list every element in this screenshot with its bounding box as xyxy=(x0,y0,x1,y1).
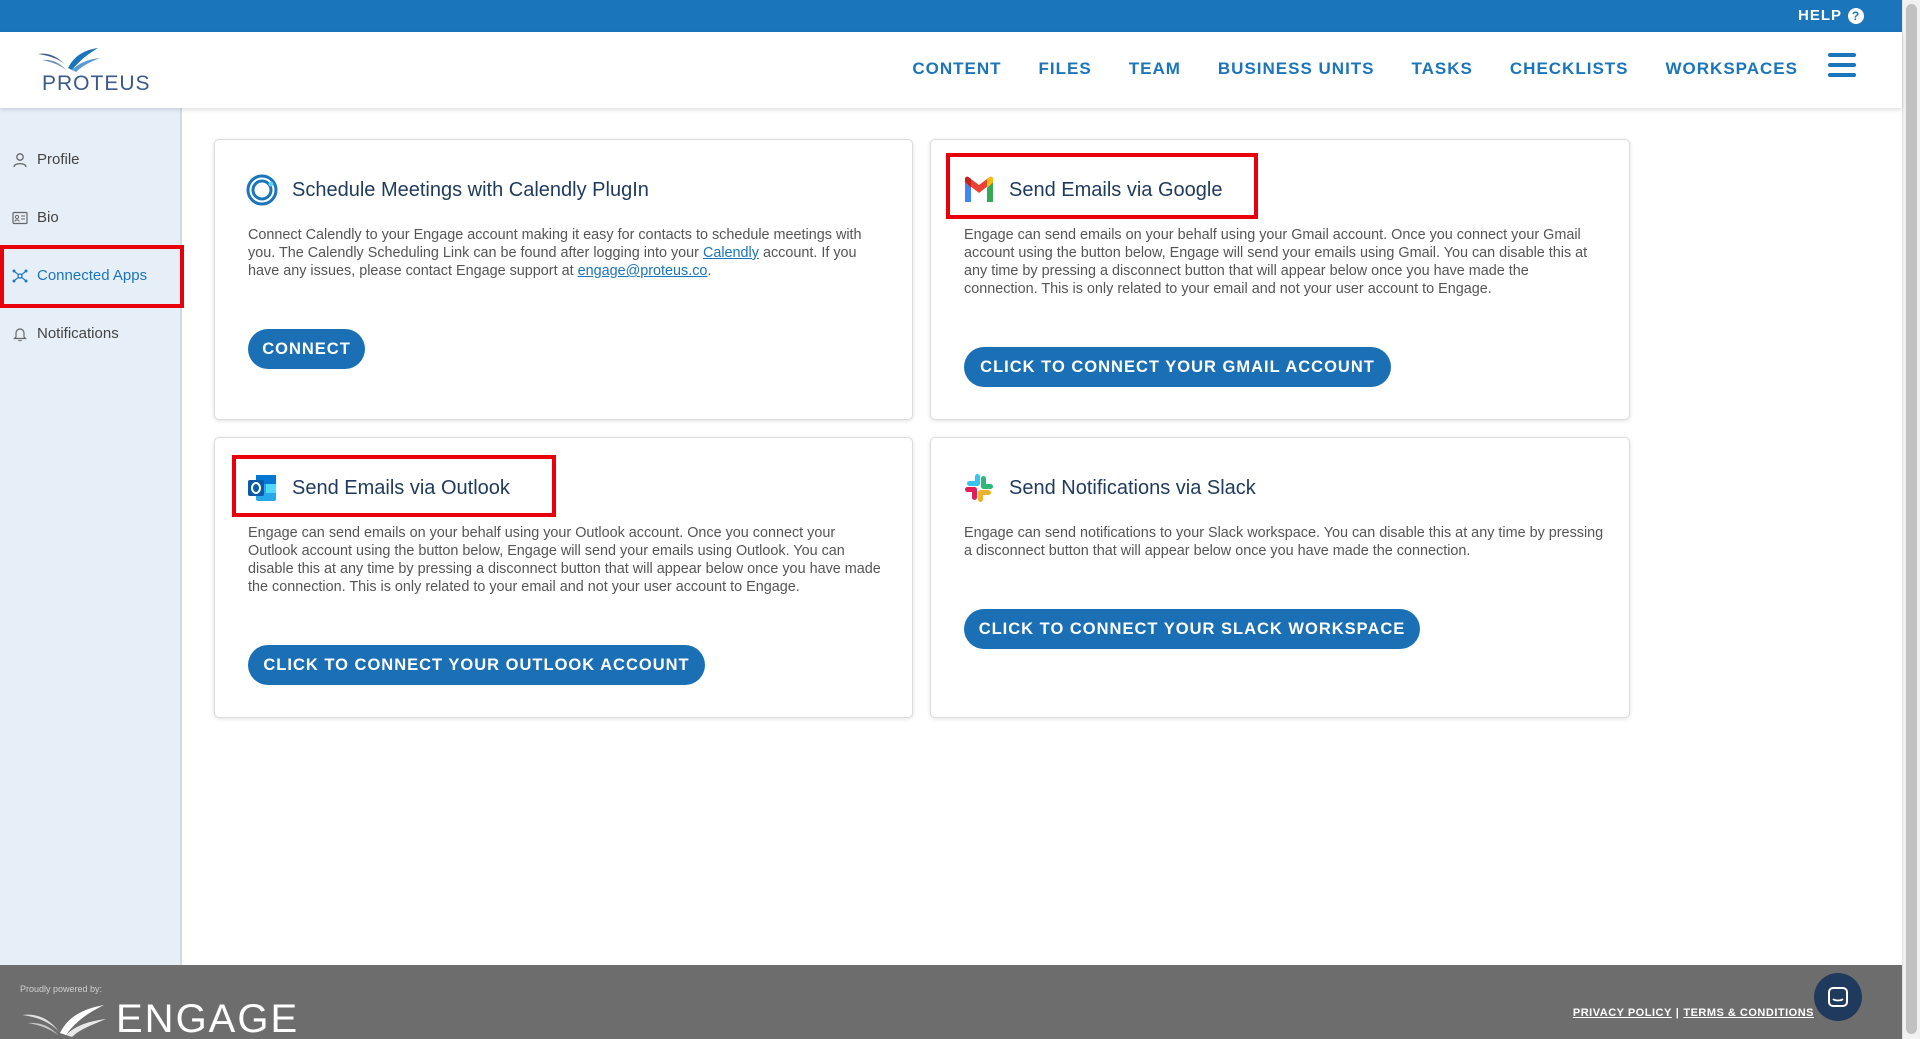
engage-logo: ENGAGE xyxy=(20,997,299,1039)
powered-by-text: Proudly powered by: xyxy=(20,984,103,994)
calendly-description: Connect Calendly to your Engage account … xyxy=(248,226,888,280)
sidebar: Profile Bio Connected Apps Notifications xyxy=(0,108,182,965)
slack-card-title: Send Notifications via Slack xyxy=(963,472,1256,504)
hamburger-menu-icon[interactable] xyxy=(1828,53,1856,77)
terms-link[interactable]: TERMS & CONDITIONS xyxy=(1683,1007,1814,1019)
help-label: HELP xyxy=(1797,7,1842,24)
connect-slack-button[interactable]: CLICK TO CONNECT YOUR SLACK WORKSPACE xyxy=(964,609,1420,649)
nav-business-units[interactable]: BUSINESS UNITS xyxy=(1218,59,1375,79)
proteus-logo[interactable]: PROTEUS xyxy=(36,46,150,96)
chat-icon xyxy=(1828,987,1848,1007)
calendly-connect-button[interactable]: CONNECT xyxy=(248,329,365,369)
sidebar-item-label: Notifications xyxy=(37,325,119,342)
outlook-description: Engage can send emails on your behalf us… xyxy=(248,525,881,595)
calendly-card: Schedule Meetings with Calendly PlugIn C… xyxy=(214,139,913,420)
nav-tasks[interactable]: TASKS xyxy=(1412,59,1473,79)
outlook-title-highlight xyxy=(232,455,556,517)
connect-outlook-button[interactable]: CLICK TO CONNECT YOUR OUTLOOK ACCOUNT xyxy=(248,645,705,685)
connected-apps-highlight xyxy=(0,245,184,308)
slack-description: Engage can send notifications to your Sl… xyxy=(964,525,1604,559)
calendly-title-text: Schedule Meetings with Calendly PlugIn xyxy=(292,178,649,201)
nav-team[interactable]: TEAM xyxy=(1129,59,1181,79)
footer-links: PRIVACY POLICY | TERMS & CONDITIONS xyxy=(1573,1007,1814,1019)
scrollbar-thumb[interactable] xyxy=(1906,4,1917,1034)
sidebar-item-label: Profile xyxy=(37,151,80,168)
slack-icon xyxy=(963,472,995,504)
engage-bird-icon xyxy=(22,1004,106,1037)
connect-gmail-button[interactable]: CLICK TO CONNECT YOUR GMAIL ACCOUNT xyxy=(964,347,1391,387)
sidebar-item-profile[interactable]: Profile xyxy=(12,151,80,168)
top-bar: HELP ? xyxy=(0,0,1902,32)
sidebar-item-notifications[interactable]: Notifications xyxy=(12,325,119,342)
sidebar-item-label: Bio xyxy=(37,209,59,226)
help-icon: ? xyxy=(1848,7,1864,24)
slack-title-text: Send Notifications via Slack xyxy=(1009,476,1256,499)
main-nav: CONTENT FILES TEAM BUSINESS UNITS TASKS … xyxy=(912,59,1798,79)
privacy-policy-link[interactable]: PRIVACY POLICY xyxy=(1573,1007,1672,1019)
slack-card: Send Notifications via Slack Engage can … xyxy=(930,437,1630,718)
user-icon xyxy=(13,152,27,167)
bell-icon xyxy=(13,327,27,341)
sidebar-item-bio[interactable]: Bio xyxy=(12,209,59,226)
calendly-icon xyxy=(246,174,278,206)
nav-files[interactable]: FILES xyxy=(1039,59,1092,79)
calendly-text-3: . xyxy=(707,263,712,279)
google-title-highlight xyxy=(946,153,1258,219)
nav-content[interactable]: CONTENT xyxy=(912,59,1001,79)
support-email-link[interactable]: engage@proteus.co xyxy=(578,263,708,279)
page-scrollbar[interactable] xyxy=(1902,0,1920,1039)
calendly-card-title: Schedule Meetings with Calendly PlugIn xyxy=(246,174,649,206)
footer-separator: | xyxy=(1675,1007,1680,1019)
logo-text: PROTEUS xyxy=(42,72,151,95)
nav-checklists[interactable]: CHECKLISTS xyxy=(1510,59,1629,79)
id-card-icon xyxy=(12,211,28,224)
google-description: Engage can send emails on your behalf us… xyxy=(964,227,1588,297)
engage-brand-text: ENGAGE xyxy=(116,997,300,1039)
header: PROTEUS CONTENT FILES TEAM BUSINESS UNIT… xyxy=(0,32,1902,108)
footer: Proudly powered by: ENGAGE PRIVACY POLIC… xyxy=(0,965,1902,1039)
calendly-link[interactable]: Calendly xyxy=(703,245,759,261)
chat-launcher-button[interactable] xyxy=(1814,973,1862,1021)
nav-workspaces[interactable]: WORKSPACES xyxy=(1666,59,1798,79)
help-link[interactable]: HELP ? xyxy=(1798,7,1864,24)
